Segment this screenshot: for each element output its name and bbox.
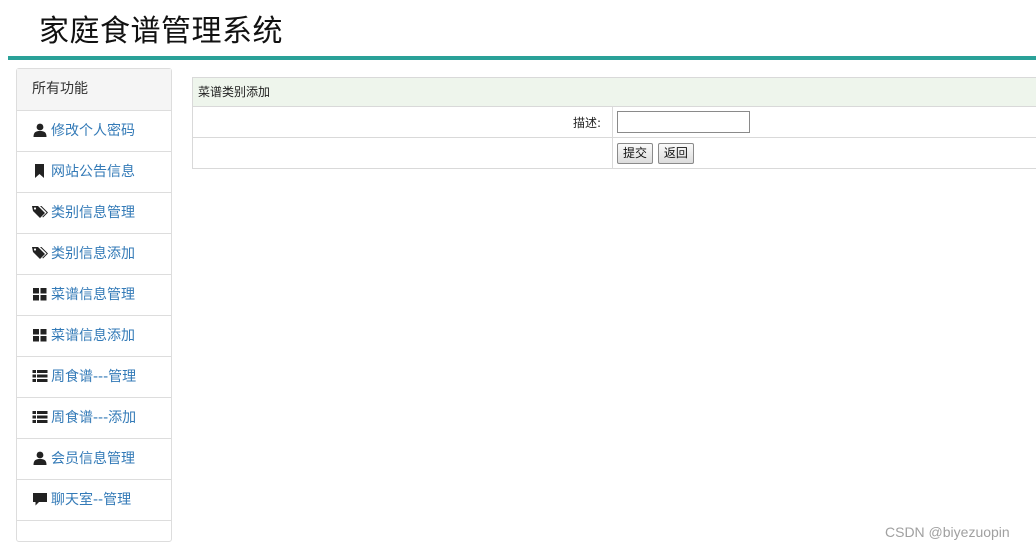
watermark: CSDN @biyezuopin xyxy=(885,524,1010,540)
list-icon xyxy=(32,410,48,424)
sidebar-item-category-manage[interactable]: 类别信息管理 xyxy=(17,193,171,234)
sidebar-item-weekly-add[interactable]: 周食谱---添加 xyxy=(17,398,171,439)
back-button[interactable]: 返回 xyxy=(657,142,694,164)
sidebar-item-label: 类别信息添加 xyxy=(51,246,135,262)
sidebar-item-recipe-add[interactable]: 菜谱信息添加 xyxy=(17,316,171,357)
sidebar-item-label: 周食谱---管理 xyxy=(51,369,137,385)
description-input[interactable] xyxy=(617,111,750,133)
tags-icon xyxy=(32,205,48,219)
description-label: 描述: xyxy=(192,106,613,138)
sidebar-item-change-password[interactable]: 修改个人密码 xyxy=(17,111,171,152)
sidebar-item-category-add[interactable]: 类别信息添加 xyxy=(17,234,171,275)
sidebar-item-chatroom-manage[interactable]: 聊天室--管理 xyxy=(17,480,171,521)
sidebar-item-recipe-manage[interactable]: 菜谱信息管理 xyxy=(17,275,171,316)
bookmark-icon xyxy=(32,164,48,178)
user-icon xyxy=(32,123,48,137)
sidebar-item-label: 类别信息管理 xyxy=(51,205,135,221)
sidebar-item-label: 菜谱信息管理 xyxy=(51,287,135,303)
user-icon xyxy=(32,451,48,465)
sidebar-item-label: 聊天室--管理 xyxy=(51,492,132,508)
sidebar-item-site-notice[interactable]: 网站公告信息 xyxy=(17,152,171,193)
submit-button[interactable]: 提交 xyxy=(617,142,654,164)
list-icon xyxy=(32,369,48,383)
sidebar-item-label: 会员信息管理 xyxy=(51,451,135,467)
form-heading: 菜谱类别添加 xyxy=(192,77,1036,107)
sidebar: 所有功能 修改个人密码 网站公告信息 类别信息管理 类别信息添加 菜谱信息管理 … xyxy=(16,68,172,542)
sidebar-item-weekly-manage[interactable]: 周食谱---管理 xyxy=(17,357,171,398)
sidebar-item-member-manage[interactable]: 会员信息管理 xyxy=(17,439,171,480)
comment-icon xyxy=(32,492,48,506)
sidebar-item-label: 修改个人密码 xyxy=(51,123,135,139)
sidebar-item-label: 菜谱信息添加 xyxy=(51,328,135,344)
sidebar-item-label: 网站公告信息 xyxy=(51,164,135,180)
category-add-form: 菜谱类别添加 描述: 提交 返回 xyxy=(192,77,1036,169)
tags-icon xyxy=(32,246,48,260)
actions-row: 提交 返回 xyxy=(192,137,1036,169)
app-header: 家庭食谱管理系统 xyxy=(8,0,1036,60)
description-row: 描述: xyxy=(192,106,1036,138)
app-title: 家庭食谱管理系统 xyxy=(39,14,283,49)
sidebar-heading: 所有功能 xyxy=(17,69,171,111)
sidebar-item-label: 周食谱---添加 xyxy=(51,410,137,426)
grid-icon xyxy=(32,287,48,301)
grid-icon xyxy=(32,328,48,342)
